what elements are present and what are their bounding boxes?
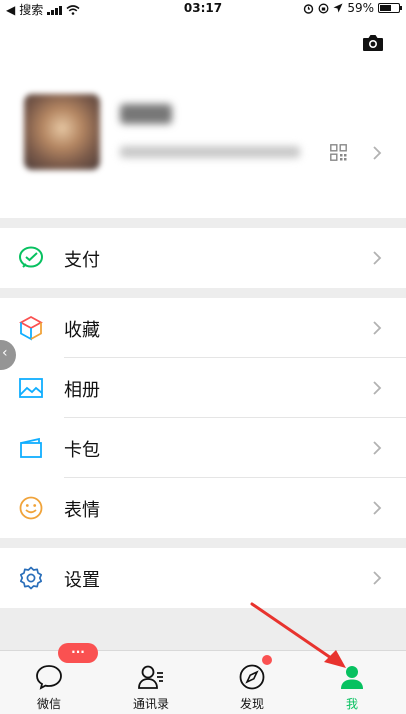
profile-header[interactable] [0,18,406,218]
main-menu-section: 收藏 相册 卡包 表情 [0,298,406,538]
album-image-icon [19,378,43,398]
chevron-right-icon [373,381,382,395]
smiley-icon [19,496,43,520]
status-bar: ◀ 搜索 03:17 59% [0,0,406,18]
avatar[interactable] [24,94,100,170]
pay-section: 支付 [0,228,406,288]
menu-item-cards[interactable]: 卡包 [0,418,406,478]
chevron-right-icon [373,251,382,265]
status-right: 59% [303,1,402,15]
qr-code-icon[interactable] [330,144,347,161]
nickname-blurred [120,104,172,124]
card-wallet-icon [20,437,42,458]
menu-label-settings: 设置 [64,570,100,591]
handle-arrow-icon: ‹ [2,345,8,361]
annotation-arrow-icon [250,602,346,668]
menu-item-stickers[interactable]: 表情 [0,478,406,538]
gear-icon [19,566,43,590]
menu-item-pay[interactable]: 支付 [0,228,406,288]
battery-percent: 59% [347,1,374,15]
menu-label-cards: 卡包 [64,440,100,461]
chevron-right-icon [373,146,382,160]
menu-label-pay: 支付 [64,250,100,271]
chevron-right-icon [373,321,382,335]
chevron-right-icon [373,501,382,515]
wechat-id-blurred [120,146,300,158]
tab-label-chats: 微信 [36,697,61,711]
unread-badge: ··· [58,643,98,663]
chevron-right-icon [373,441,382,455]
alarm-icon [304,3,314,14]
location-icon [333,3,343,13]
tab-contacts[interactable]: 通讯录 [111,651,191,714]
menu-item-album[interactable]: 相册 [0,358,406,418]
contacts-person-icon [138,665,163,689]
menu-item-favorites[interactable]: 收藏 [0,298,406,358]
favorites-cube-icon [19,315,43,341]
menu-label-album: 相册 [64,380,100,401]
tab-label-discover: 发现 [239,697,264,711]
chat-bubble-icon [36,665,62,690]
tab-label-me: 我 [345,697,358,711]
battery-icon [378,3,402,13]
menu-label-favorites: 收藏 [64,320,100,341]
rotation-lock-icon [318,3,329,13]
menu-label-stickers: 表情 [64,500,100,521]
chevron-right-icon [373,571,382,585]
tab-label-contacts: 通讯录 [132,697,169,711]
camera-icon[interactable] [362,34,384,52]
wechat-pay-icon [19,246,43,268]
